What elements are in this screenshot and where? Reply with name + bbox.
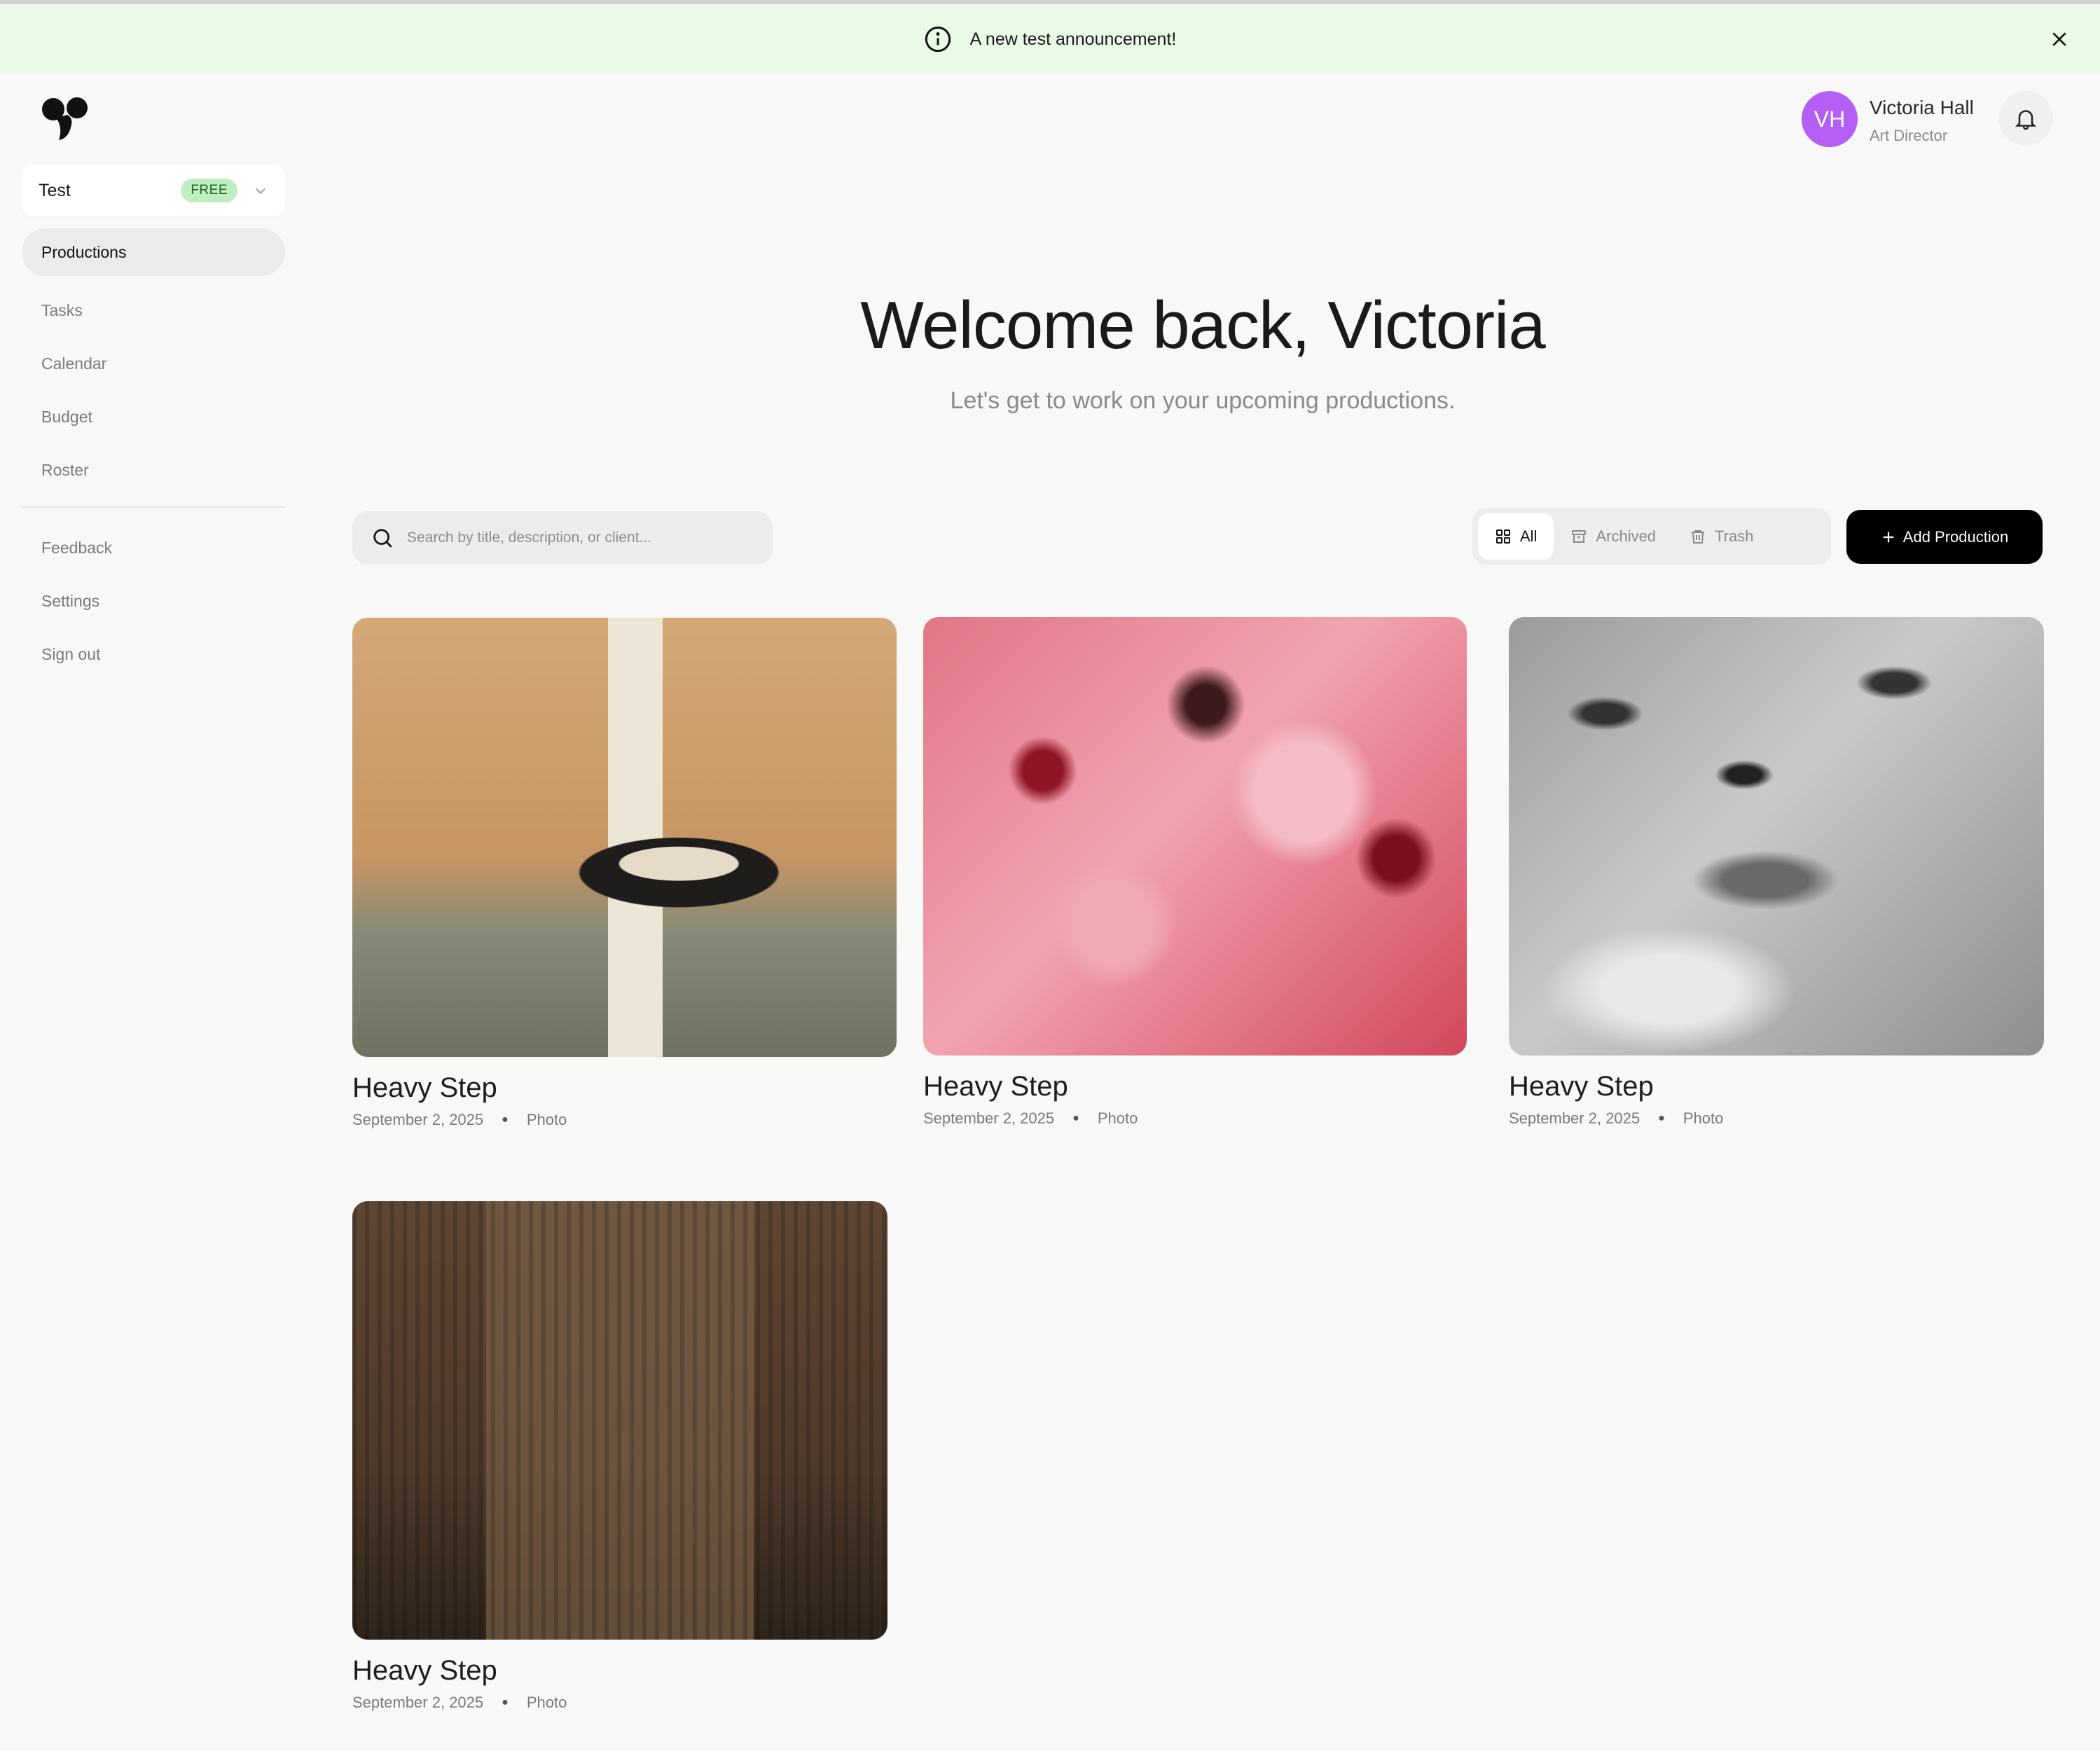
workspace-name: Test (39, 180, 71, 200)
page-title: Welcome back, Victoria (860, 288, 1546, 363)
plan-badge: FREE (181, 179, 237, 202)
archive-icon (1572, 530, 1587, 543)
announcement-close-button[interactable] (2044, 24, 2075, 55)
production-thumbnail (923, 617, 1467, 1056)
production-thumbnail (352, 618, 897, 1057)
sidebar-item-label: Productions (41, 242, 127, 261)
production-type: Photo (526, 1694, 567, 1711)
sidebar-item-productions[interactable]: Productions (22, 228, 285, 276)
plus-icon (1883, 532, 1894, 542)
search-box[interactable] (352, 511, 773, 565)
add-production-label: Add Production (1902, 527, 2009, 546)
user-role: Art Director (1870, 127, 1948, 144)
production-card[interactable]: Heavy Step September 2, 2025 ● Photo (923, 617, 1467, 1128)
workspace-selector[interactable]: Test FREE (22, 165, 285, 216)
user-name: Victoria Hall (1870, 97, 1974, 118)
tab-label: All (1520, 527, 1538, 545)
sidebar-item-label: Roster (41, 460, 89, 479)
close-icon (2052, 32, 2066, 46)
sidebar-item-label: Feedback (41, 538, 113, 557)
tab-trash[interactable]: Trash (1673, 513, 1770, 560)
page-subtitle: Let's get to work on your upcoming produ… (950, 387, 1456, 414)
production-card[interactable]: Heavy Step September 2, 2025 ● Photo (352, 618, 897, 1129)
avatar[interactable]: VH (1802, 91, 1858, 147)
bell-icon (2015, 110, 2037, 130)
production-type: Photo (1097, 1109, 1138, 1127)
production-title: Heavy Step (352, 1655, 497, 1686)
search-icon (373, 529, 392, 548)
sidebar-item-feedback[interactable]: Feedback (22, 524, 285, 572)
sidebar-item-label: Settings (41, 591, 100, 610)
chevron-down-icon (255, 188, 266, 194)
meta-separator: ● (502, 1696, 509, 1708)
announcement-text: A new test announcement! (969, 29, 1177, 49)
production-type: Photo (1683, 1109, 1724, 1127)
sidebar-item-sign-out[interactable]: Sign out (22, 630, 285, 678)
production-type: Photo (526, 1111, 567, 1128)
notifications-button[interactable] (1998, 91, 2053, 146)
tab-label: Trash (1715, 527, 1754, 545)
production-title: Heavy Step (1509, 1071, 1654, 1102)
tab-all[interactable]: All (1478, 513, 1554, 560)
production-card[interactable]: Heavy Step September 2, 2025 ● Photo (352, 1201, 887, 1712)
production-date: September 2, 2025 (1509, 1109, 1640, 1127)
meta-separator: ● (502, 1114, 509, 1126)
production-date: September 2, 2025 (352, 1111, 484, 1128)
search-input[interactable] (407, 530, 773, 546)
logo-icon[interactable] (41, 97, 91, 143)
add-production-button[interactable]: Add Production (1846, 510, 2043, 564)
meta-separator: ● (1658, 1112, 1665, 1124)
sidebar-item-roster[interactable]: Roster (22, 446, 285, 494)
sidebar-item-tasks[interactable]: Tasks (22, 286, 285, 334)
tab-archived[interactable]: Archived (1554, 513, 1673, 560)
sidebar-item-calendar[interactable]: Calendar (22, 340, 285, 387)
filter-tabs: All Archived Trash (1472, 508, 1831, 565)
production-date: September 2, 2025 (923, 1109, 1055, 1127)
sidebar-item-label: Sign out (41, 644, 101, 663)
announcement-bar: A new test announcement! (0, 4, 2100, 74)
sidebar-item-label: Tasks (41, 300, 83, 319)
sidebar-item-budget[interactable]: Budget (22, 393, 285, 441)
grid-icon (1496, 530, 1510, 544)
sidebar-item-label: Budget (41, 407, 92, 426)
production-thumbnail (352, 1201, 887, 1640)
production-card[interactable]: Heavy Step September 2, 2025 ● Photo (1509, 617, 2044, 1128)
production-date: September 2, 2025 (352, 1694, 484, 1711)
trash-icon (1692, 530, 1705, 544)
sidebar-item-label: Calendar (41, 354, 107, 373)
sidebar-divider (22, 506, 285, 508)
production-thumbnail (1509, 617, 2044, 1056)
meta-separator: ● (1072, 1112, 1079, 1124)
info-icon (925, 26, 951, 53)
production-title: Heavy Step (352, 1072, 497, 1103)
sidebar-item-settings[interactable]: Settings (22, 577, 285, 625)
tab-label: Archived (1596, 527, 1657, 545)
production-title: Heavy Step (923, 1071, 1068, 1102)
